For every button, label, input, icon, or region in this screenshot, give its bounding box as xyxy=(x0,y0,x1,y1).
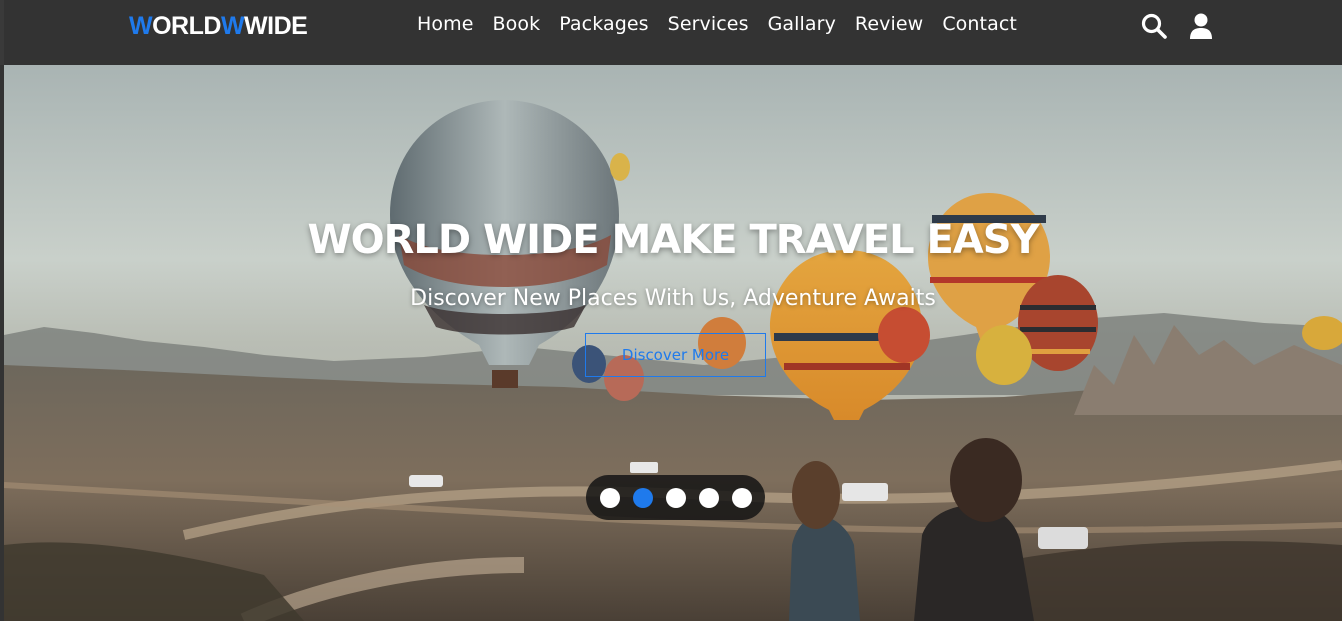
nav-review[interactable]: Review xyxy=(855,13,923,35)
logo-letter: W xyxy=(129,12,153,40)
logo-text: ORLD xyxy=(152,12,221,40)
nav-services[interactable]: Services xyxy=(668,13,749,35)
slide-dot-4[interactable] xyxy=(698,487,719,508)
site-logo[interactable]: WORLDWWIDE xyxy=(129,12,308,41)
site-header: WORLDWWIDE Home Book Packages Services G… xyxy=(0,0,1342,65)
hero-banner: WORLD WIDE MAKE TRAVEL EASY Discover New… xyxy=(4,65,1342,621)
user-icon[interactable] xyxy=(1187,12,1215,40)
logo-text: WIDE xyxy=(244,12,308,40)
nav-contact[interactable]: Contact xyxy=(942,13,1017,35)
search-icon[interactable] xyxy=(1140,12,1168,40)
discover-more-button[interactable]: Discover More xyxy=(585,333,766,377)
header-icons xyxy=(1140,12,1215,40)
logo-letter: W xyxy=(220,12,245,40)
main-nav: Home Book Packages Services Gallary Revi… xyxy=(417,13,1017,35)
nav-packages[interactable]: Packages xyxy=(559,13,648,35)
slide-dot-1[interactable] xyxy=(599,487,620,508)
slide-dot-5[interactable] xyxy=(731,487,752,508)
hero-title: WORLD WIDE MAKE TRAVEL EASY xyxy=(307,217,1039,263)
nav-gallary[interactable]: Gallary xyxy=(768,13,836,35)
slider-pagination xyxy=(586,475,765,520)
hero-subtitle: Discover New Places With Us, Adventure A… xyxy=(410,286,936,311)
nav-book[interactable]: Book xyxy=(493,13,541,35)
slide-dot-2[interactable] xyxy=(632,487,653,508)
slide-dot-3[interactable] xyxy=(665,487,686,508)
nav-home[interactable]: Home xyxy=(417,13,474,35)
